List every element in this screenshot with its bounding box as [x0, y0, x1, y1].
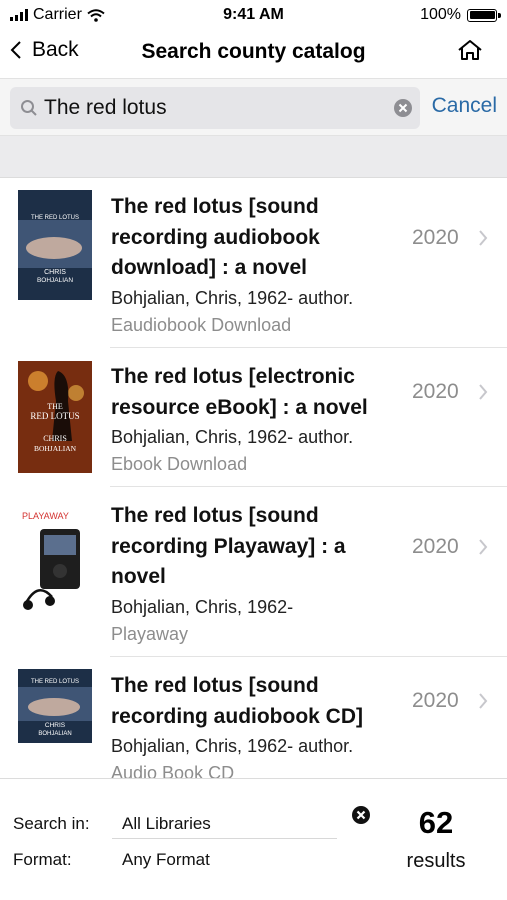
format-label: Format: — [13, 850, 72, 869]
result-format: Ebook Download — [111, 454, 248, 474]
svg-text:PLAYAWAY: PLAYAWAY — [22, 511, 69, 521]
result-author: Bohjalian, Chris, 1962- — [111, 596, 294, 617]
list-item[interactable]: PLAYAWAY The red lotus [sound recording … — [0, 487, 507, 657]
cd-cover: THE RED LOTUS CHRIS BOHJALIAN — [18, 669, 92, 743]
result-title: The red lotus [sound recording audiobook… — [111, 195, 320, 279]
navigation-bar: Back Search county catalog — [0, 30, 507, 78]
result-text: The red lotus [sound recording audiobook… — [111, 671, 401, 778]
svg-text:THE RED LOTUS: THE RED LOTUS — [31, 679, 79, 685]
search-field — [10, 87, 420, 129]
results-header-spacer — [0, 136, 507, 178]
battery-icon — [467, 8, 501, 22]
chevron-right-icon — [479, 539, 488, 555]
result-year: 2020 — [412, 689, 459, 712]
chevron-right-icon — [479, 384, 488, 400]
page-title: Search county catalog — [141, 40, 366, 63]
status-bar: Carrier 9:41 AM 100% — [0, 0, 507, 30]
playaway-cover: PLAYAWAY — [18, 501, 92, 631]
svg-text:CHRIS: CHRIS — [43, 434, 67, 443]
book-cover: THE RED LOTUS CHRIS BOHJALIAN — [18, 190, 92, 300]
result-year: 2020 — [412, 535, 459, 558]
svg-text:BOHJALIAN: BOHJALIAN — [34, 444, 77, 453]
result-format: Audio Book CD — [111, 763, 235, 778]
result-year: 2020 — [412, 380, 459, 403]
result-format: Eaudiobook Download — [111, 314, 292, 335]
battery-indicator: 100% — [420, 6, 501, 24]
home-button[interactable] — [457, 39, 483, 66]
search-bar: Cancel — [0, 78, 507, 136]
search-icon — [21, 100, 37, 116]
search-input[interactable] — [44, 87, 384, 129]
chevron-right-icon — [479, 230, 488, 246]
svg-text:CHRIS: CHRIS — [45, 722, 66, 729]
result-text: The red lotus [electronic resource eBook… — [111, 362, 401, 478]
result-title: The red lotus [electronic resource eBook… — [111, 365, 368, 419]
clear-filter-icon[interactable] — [352, 806, 370, 824]
svg-text:RED LOTUS: RED LOTUS — [30, 411, 79, 421]
search-in-label: Search in: — [13, 814, 90, 833]
result-text: The red lotus [sound recording Playaway]… — [111, 501, 401, 648]
home-icon — [458, 40, 482, 60]
result-year: 2020 — [412, 226, 459, 249]
chevron-right-icon — [479, 693, 488, 709]
result-text: The red lotus [sound recording audiobook… — [111, 192, 401, 339]
result-author: Bohjalian, Chris, 1962- author. — [111, 287, 354, 308]
cancel-button[interactable]: Cancel — [432, 94, 497, 118]
list-item[interactable]: THE RED LOTUS CHRIS BOHJALIAN The red lo… — [0, 348, 507, 487]
svg-text:THE RED LOTUS: THE RED LOTUS — [31, 215, 79, 221]
results-list: THE RED LOTUS CHRIS BOHJALIAN The red lo… — [0, 178, 507, 778]
svg-text:BOHJALIAN: BOHJALIAN — [37, 277, 73, 284]
list-item[interactable]: THE RED LOTUS CHRIS BOHJALIAN The red lo… — [0, 657, 507, 778]
clear-search-icon[interactable] — [394, 99, 412, 117]
svg-text:BOHJALIAN: BOHJALIAN — [38, 731, 71, 737]
result-title: The red lotus [sound recording audiobook… — [111, 674, 363, 728]
result-author: Bohjalian, Chris, 1962- author. — [111, 427, 354, 447]
format-selector[interactable]: Any Format — [122, 850, 210, 870]
result-title: The red lotus [sound recording Playaway]… — [111, 504, 346, 588]
book-cover: THE RED LOTUS CHRIS BOHJALIAN — [18, 361, 92, 473]
result-author: Bohjalian, Chris, 1962- author. — [111, 736, 354, 756]
battery-percent: 100% — [420, 6, 461, 23]
filter-divider — [112, 838, 337, 839]
svg-text:THE: THE — [47, 402, 63, 411]
list-item[interactable]: THE RED LOTUS CHRIS BOHJALIAN The red lo… — [0, 178, 507, 348]
svg-text:CHRIS: CHRIS — [44, 269, 66, 276]
results-count-label: results — [406, 850, 466, 872]
result-format: Playaway — [111, 623, 189, 644]
search-in-selector[interactable]: All Libraries — [122, 814, 211, 834]
results-count: 62 — [418, 805, 454, 840]
search-filter-footer: Search in: All Libraries Format: Any For… — [0, 778, 507, 900]
